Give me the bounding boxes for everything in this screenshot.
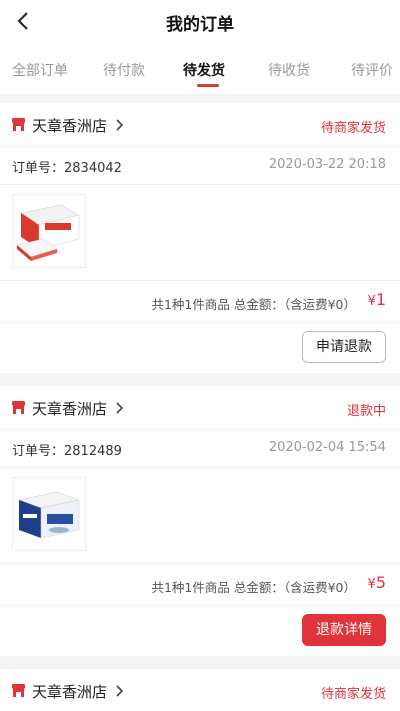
currency-symbol: ¥ [367,294,376,309]
chevron-right-icon [116,685,124,697]
store-name: 天章香洲店 [32,400,108,418]
page-title: 我的订单 [166,15,234,35]
order-tabs: 全部订单 待付款 待发货 待收货 待评价 [0,44,400,95]
header-bar: 我的订单 [0,0,400,44]
store-name: 天章香洲店 [32,117,108,135]
order-number: 订单号：2812489 [12,444,122,459]
store-icon [12,401,25,414]
order-card: 天章香洲店 待商家发货 [0,669,400,711]
paper-box-blue-image [18,491,80,539]
product-row[interactable] [0,468,400,564]
product-thumbnail[interactable] [12,194,86,268]
amount-value: 1 [375,290,386,309]
product-row[interactable] [0,185,400,281]
order-summary: 共1种1件商品 总金额：（含运费¥0） [151,297,356,312]
chevron-right-icon [116,402,124,414]
order-time: 2020-02-04 15:54 [268,440,386,455]
order-amount: ¥5 [368,573,386,592]
order-total: 共1种1件商品 总金额：（含运费¥0） ¥1 [0,281,400,323]
store-icon [12,118,25,131]
order-status: 待商家发货 [320,687,386,702]
refund-details-button[interactable]: 退款详情 [302,614,386,646]
request-refund-button[interactable]: 申请退款 [302,331,386,363]
tab-pending-payment[interactable]: 待付款 [103,60,145,80]
order-card: 天章香洲店 待商家发货 订单号：2834042 2020-03-22 20:18… [0,103,400,373]
product-thumbnail[interactable] [12,477,86,551]
tab-pending-review[interactable]: 待评价 [351,60,393,80]
order-status: 待商家发货 [320,121,386,136]
order-summary: 共1种1件商品 总金额：（含运费¥0） [151,580,356,595]
order-actions: 退款详情 [0,606,400,656]
order-time: 2020-03-22 20:18 [268,157,386,172]
order-meta: 订单号：2812489 2020-02-04 15:54 [0,430,400,468]
store-name: 天章香洲店 [32,683,108,701]
paper-box-red-image [16,204,80,261]
tab-pending-shipment[interactable]: 待发货 [183,60,225,80]
store-icon [12,684,25,697]
order-meta: 订单号：2834042 2020-03-22 20:18 [0,147,400,185]
currency-symbol: ¥ [367,577,376,592]
order-actions: 申请退款 [0,323,400,373]
order-total: 共1种1件商品 总金额：（含运费¥0） ¥5 [0,564,400,606]
store-header[interactable]: 天章香洲店 待商家发货 [0,103,400,147]
order-amount: ¥1 [368,290,386,309]
tab-all-orders[interactable]: 全部订单 [12,60,68,80]
order-number: 订单号：2834042 [12,161,122,176]
amount-value: 5 [375,573,386,592]
tab-pending-receipt[interactable]: 待收货 [268,60,310,80]
chevron-right-icon [116,119,124,131]
active-tab-indicator [197,84,219,87]
store-header[interactable]: 天章香洲店 退款中 [0,386,400,430]
order-status: 退款中 [346,404,386,419]
order-card: 天章香洲店 退款中 订单号：2812489 2020-02-04 15:54 共… [0,386,400,656]
store-header[interactable]: 天章香洲店 待商家发货 [0,669,400,711]
